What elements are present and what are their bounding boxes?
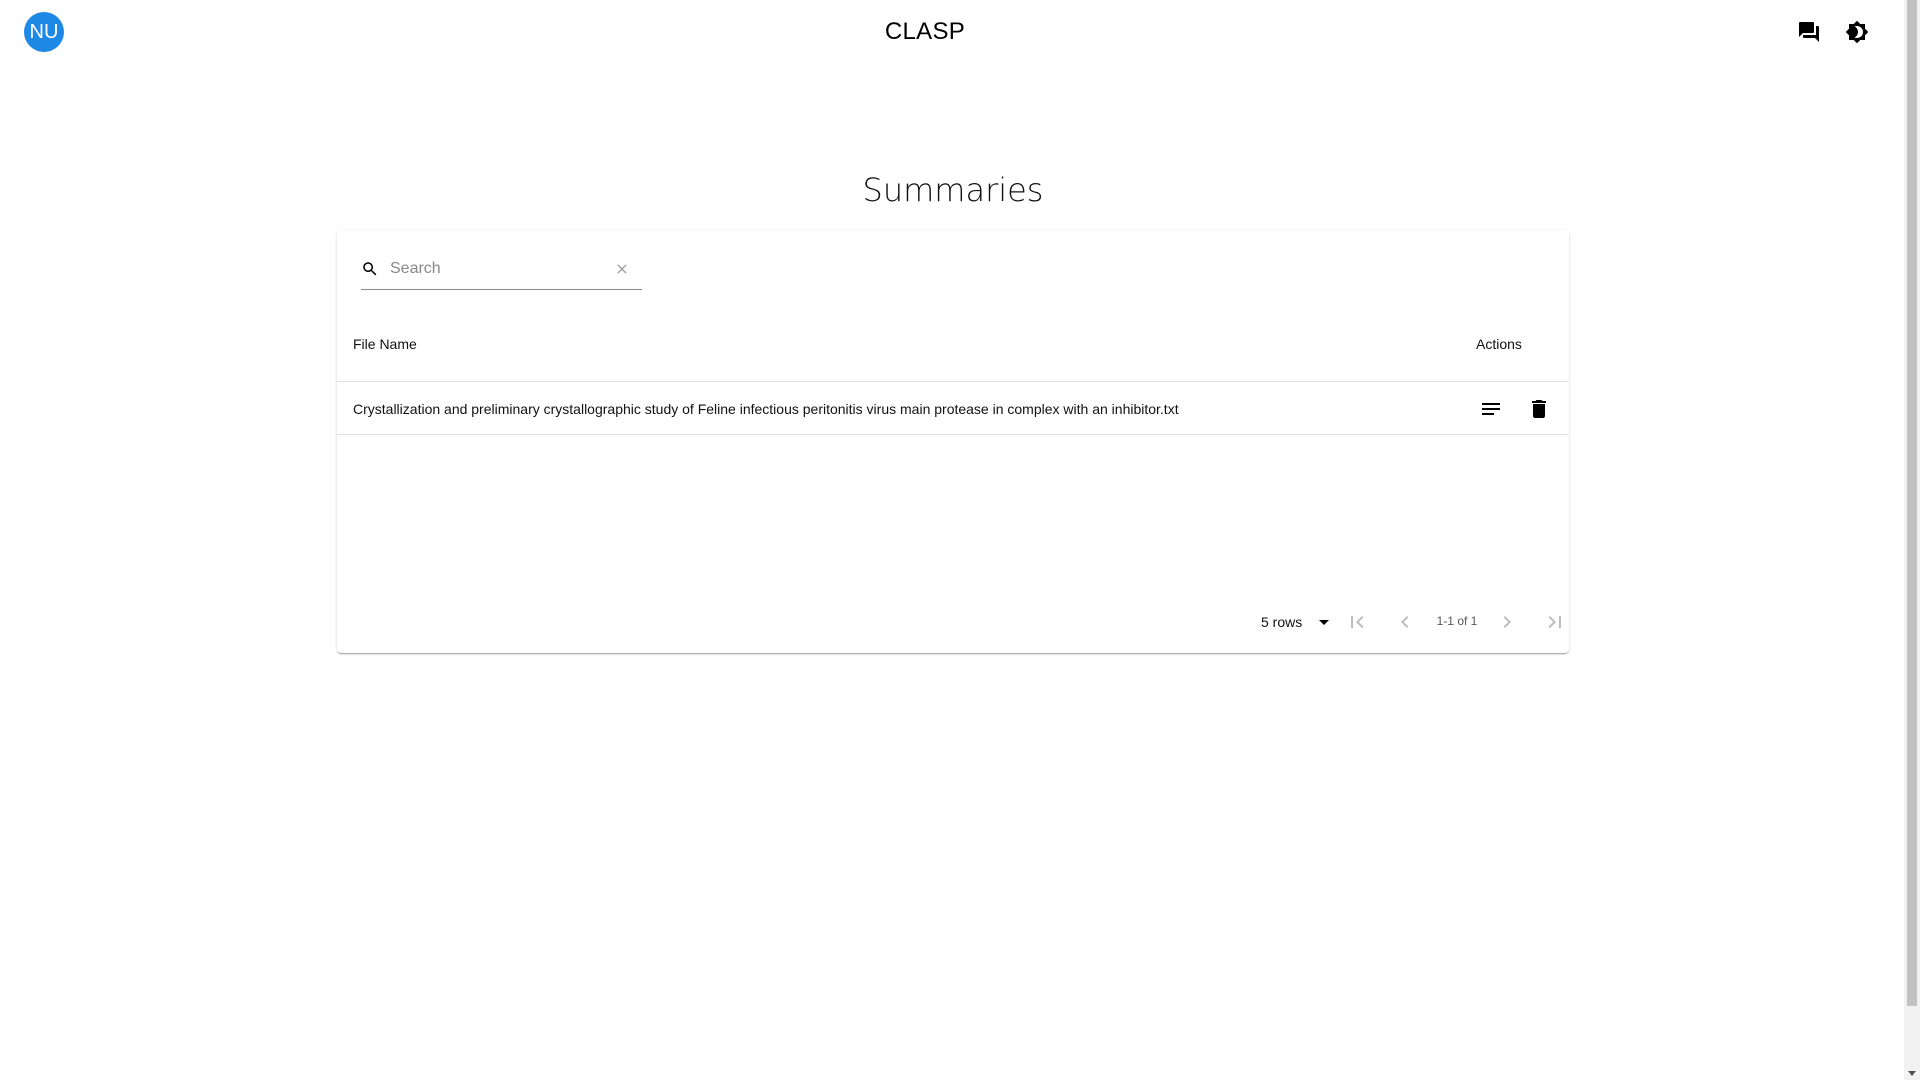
table-row[interactable]: Crystallization and preliminary crystall… [337, 383, 1569, 435]
search-icon [363, 262, 377, 276]
summary-icon [1482, 403, 1500, 415]
scroll-down-arrow-icon[interactable] [1908, 1071, 1916, 1076]
view-summary-button[interactable] [1479, 397, 1503, 421]
search-input[interactable] [388, 254, 598, 284]
chat-icon [1799, 22, 1819, 42]
first-page-icon [1351, 616, 1364, 628]
file-name-cell: Crystallization and preliminary crystall… [353, 401, 1179, 417]
scrollbar-thumb[interactable] [1907, 0, 1917, 1006]
chat-button[interactable] [1793, 16, 1825, 48]
first-page-button[interactable] [1345, 610, 1369, 634]
chevron-right-icon [1503, 616, 1511, 628]
table-header: File Name Actions [337, 306, 1569, 382]
summaries-table-card: File Name Actions Crystallization and pr… [337, 230, 1569, 653]
page-title: Summaries [862, 171, 1044, 209]
theme-toggle-button[interactable] [1841, 16, 1873, 48]
previous-page-button[interactable] [1393, 610, 1417, 634]
dropdown-arrow-icon [1319, 620, 1330, 625]
column-header-file-name[interactable]: File Name [353, 306, 417, 382]
chevron-left-icon [1401, 616, 1409, 628]
clear-search-icon[interactable] [614, 261, 630, 277]
rows-per-page-select[interactable]: 5 rows [1261, 606, 1336, 638]
app-title: CLASP [884, 18, 966, 45]
delete-icon [1532, 400, 1546, 418]
column-header-actions: Actions [1476, 336, 1522, 352]
theme-toggle-icon [1845, 20, 1869, 44]
top-app-bar: NU CLASP [0, 0, 1904, 64]
delete-button[interactable] [1527, 397, 1551, 421]
next-page-button[interactable] [1495, 610, 1519, 634]
table-pagination: 5 rows 1-1 of 1 [337, 606, 1569, 638]
last-page-icon [1548, 616, 1561, 628]
rows-per-page-label: 5 rows [1261, 614, 1303, 630]
last-page-button[interactable] [1543, 610, 1567, 634]
search-field [361, 248, 642, 290]
page-scrollbar[interactable] [1904, 0, 1920, 1080]
pagination-range: 1-1 of 1 [1436, 614, 1478, 628]
